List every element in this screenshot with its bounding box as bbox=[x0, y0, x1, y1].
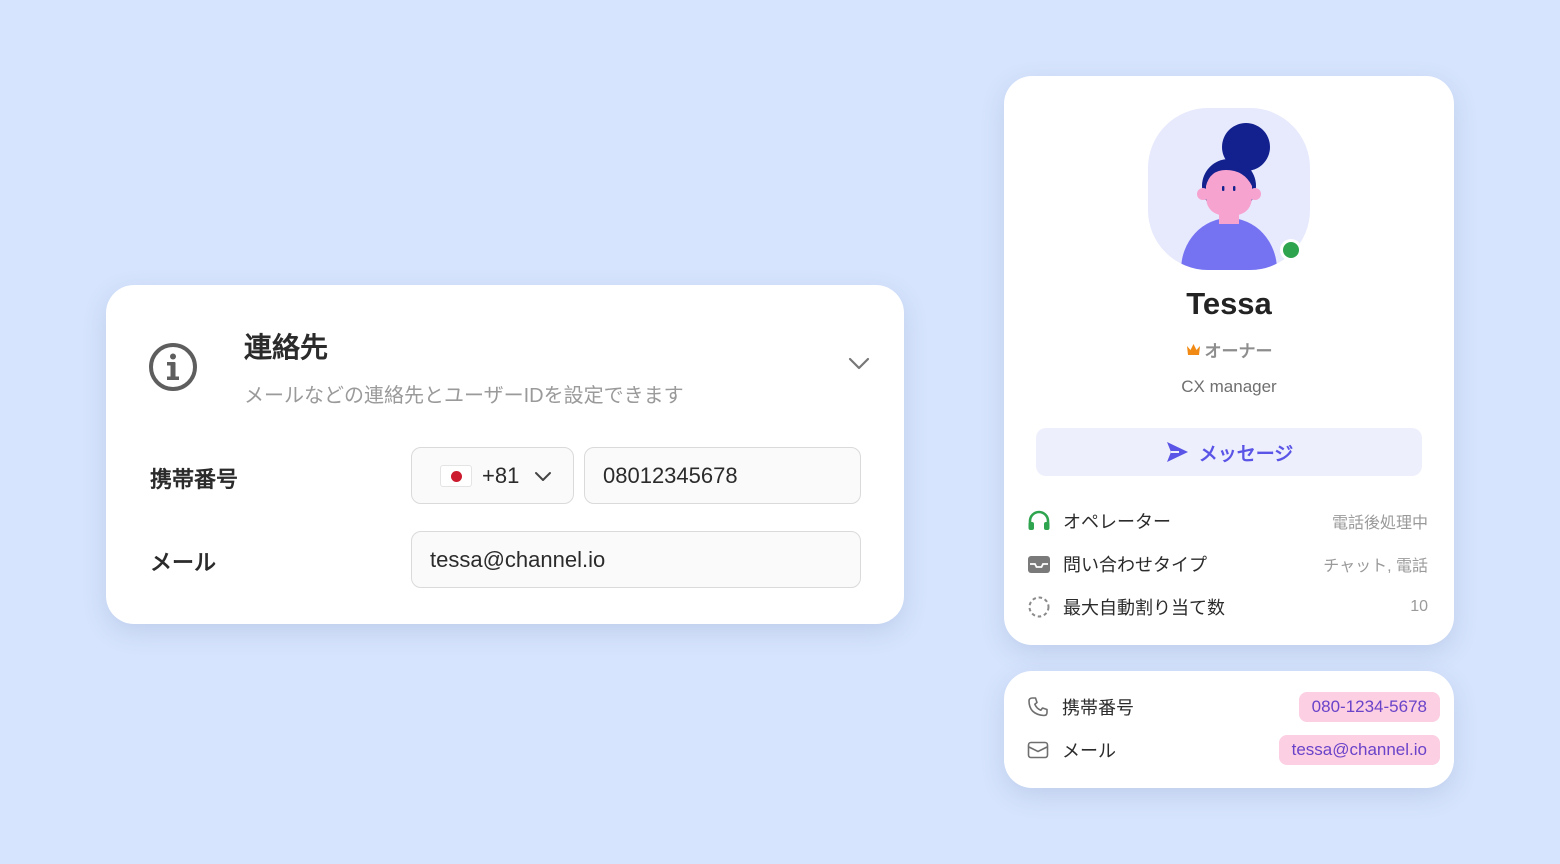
info-icon bbox=[149, 343, 197, 391]
phone-number-input[interactable]: 08012345678 bbox=[584, 447, 861, 504]
phone-field-label: 携帯番号 bbox=[150, 467, 239, 492]
contact-phone-row: 携帯番号 080-1234-5678 bbox=[1026, 691, 1440, 723]
mail-icon bbox=[1027, 741, 1049, 759]
max-assignment-value: 10 bbox=[1410, 598, 1428, 615]
max-assignment-row: 最大自動割り当て数 10 bbox=[1026, 592, 1428, 622]
email-input[interactable]: tessa@channel.io bbox=[411, 531, 861, 588]
role-badge: オーナー bbox=[1004, 337, 1454, 362]
phone-icon bbox=[1028, 697, 1048, 717]
operator-label: オペレーター bbox=[1063, 512, 1171, 532]
contact-section-title: 連絡先 bbox=[244, 332, 329, 363]
contact-section-description: メールなどの連絡先とユーザーIDを設定できます bbox=[244, 385, 684, 407]
email-chip[interactable]: tessa@channel.io bbox=[1278, 735, 1440, 765]
role-label: オーナー bbox=[1204, 342, 1273, 361]
country-code-select[interactable]: +81 bbox=[411, 447, 574, 504]
operator-status-row: オペレーター 電話後処理中 bbox=[1026, 506, 1428, 536]
chevron-down-icon bbox=[535, 471, 552, 481]
country-code-value: +81 bbox=[482, 462, 520, 488]
inquiry-type-value: チャット, 電話 bbox=[1323, 558, 1428, 575]
max-assignment-label: 最大自動割り当て数 bbox=[1063, 598, 1225, 618]
japan-flag-icon bbox=[440, 464, 472, 487]
profile-name: Tessa bbox=[1186, 286, 1272, 321]
message-button[interactable]: メッセージ bbox=[1036, 428, 1422, 476]
inquiry-type-row: 問い合わせタイプ チャット, 電話 bbox=[1026, 549, 1428, 579]
phone-number-chip[interactable]: 080-1234-5678 bbox=[1298, 692, 1440, 722]
dashed-circle-icon bbox=[1028, 596, 1050, 618]
inbox-icon bbox=[1028, 556, 1050, 573]
chevron-down-icon[interactable] bbox=[846, 350, 872, 376]
contact-info-card bbox=[1004, 671, 1454, 788]
operator-status-value: 電話後処理中 bbox=[1331, 515, 1428, 532]
headset-icon bbox=[1028, 510, 1050, 530]
job-title: CX manager bbox=[1181, 377, 1277, 396]
contact-email-label: メール bbox=[1062, 741, 1116, 761]
email-field-label: メール bbox=[150, 550, 217, 575]
inquiry-type-label: 問い合わせタイプ bbox=[1063, 555, 1207, 575]
contact-phone-label: 携帯番号 bbox=[1062, 698, 1134, 718]
contact-email-row: メール tessa@channel.io bbox=[1026, 734, 1440, 766]
crown-icon bbox=[1186, 344, 1200, 355]
online-status-indicator bbox=[1280, 239, 1302, 261]
message-button-label: メッセージ bbox=[1198, 443, 1294, 465]
send-icon bbox=[1166, 442, 1188, 462]
